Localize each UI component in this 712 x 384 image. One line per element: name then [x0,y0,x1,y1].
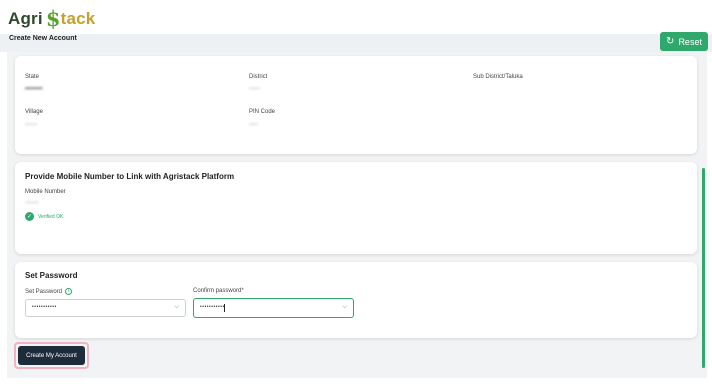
set-password-value: ••••••••••• [32,304,57,310]
create-account-button[interactable]: Create My Account [18,346,85,365]
mobile-value: •••••••• [25,200,40,206]
set-password-label-row: Set Password i [25,288,73,296]
verified-status: ✓ Verified OK [25,212,63,221]
verified-check-icon: ✓ [25,212,34,221]
subdistrict-label: Sub District/Taluka [473,74,523,80]
pincode-value: ••••• [249,122,258,128]
state-label: State [25,74,40,80]
mobile-label: Mobile Number [25,189,66,195]
info-icon[interactable]: i [65,288,73,295]
reset-icon: ↻ [666,35,675,47]
password-heading: Set Password [25,271,78,280]
password-card: Set Password Set Password i ••••••••••• ⌵… [15,262,697,338]
scrollbar[interactable] [702,168,705,368]
district-label: District [249,74,268,80]
village-label: Village [25,109,43,115]
pincode-label: PIN Code [249,109,276,115]
confirm-password-value: ••••••••••• [200,304,225,310]
agristack-logo: Agri $ tack [8,8,95,29]
show-confirm-toggle-icon[interactable]: ⌵ [342,304,347,311]
logo-agri-text: Agri [8,8,43,28]
village-value: ••••••• [25,122,38,128]
set-password-input[interactable]: ••••••••••• ⌵ [25,299,186,317]
page-title: Create New Account [9,35,77,42]
logo-tack-text: tack [60,8,96,28]
set-password-label: Set Password [25,289,63,296]
logo-s-leaf: $ [45,6,61,31]
reset-label: Reset [678,36,702,47]
confirm-password-input[interactable]: ••••••••••• ⌵ [193,298,354,318]
header-strip [0,34,712,52]
confirm-password-label: Confirm password* [193,288,244,294]
location-card: State •••••••••• District •••••• Sub Dis… [15,56,697,154]
district-value: •••••• [249,86,260,92]
mobile-heading: Provide Mobile Number to Link with Agris… [25,172,235,181]
reset-button[interactable]: ↻ Reset [660,32,708,51]
verified-text: Verified OK [38,213,64,220]
state-value: •••••••••• [25,86,43,92]
show-password-toggle-icon[interactable]: ⌵ [174,304,179,311]
text-cursor [224,304,225,312]
mobile-card: Provide Mobile Number to Link with Agris… [15,162,697,254]
